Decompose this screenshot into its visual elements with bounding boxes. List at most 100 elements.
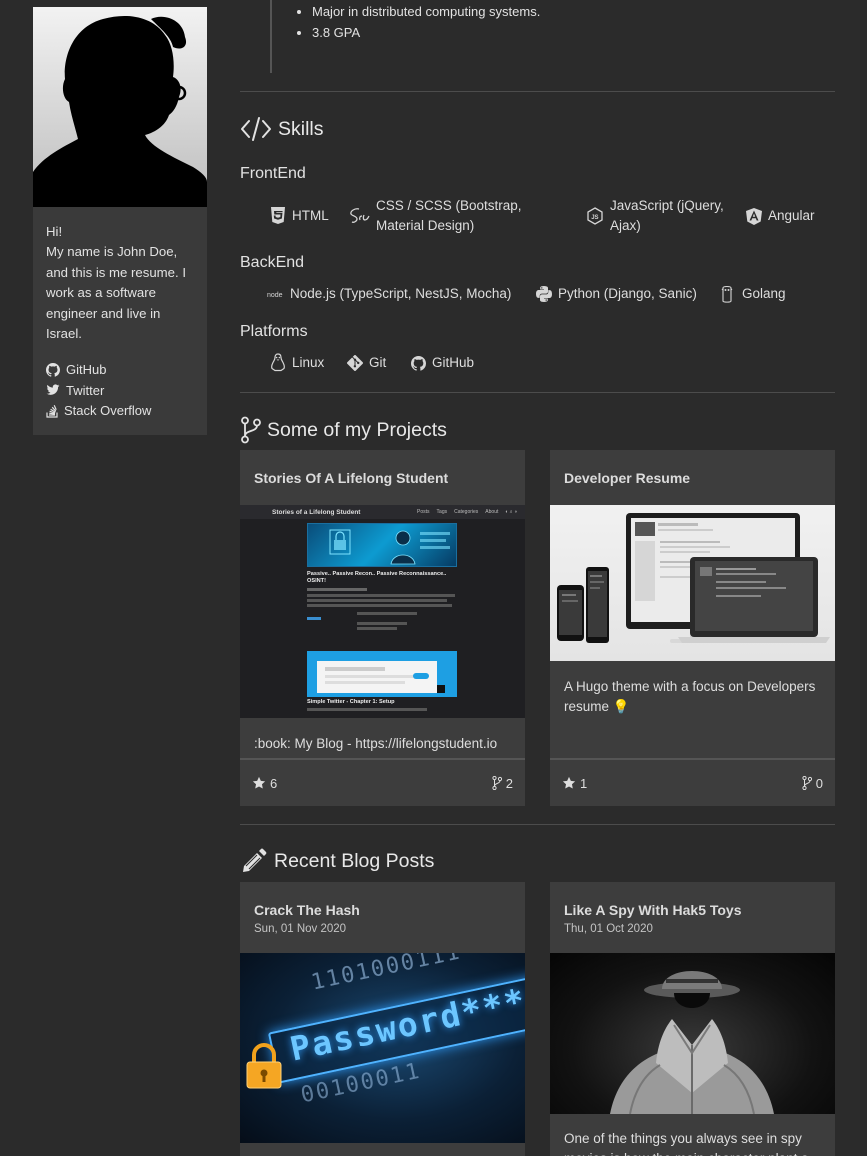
golang-icon bbox=[721, 285, 733, 303]
nodejs-icon: node bbox=[267, 292, 283, 299]
screenshot-post-title: Simple Twitter - Chapter 1: Setup bbox=[307, 699, 395, 705]
screenshot-nav-item: Posts bbox=[417, 509, 430, 515]
backend-heading: BackEnd bbox=[240, 254, 305, 271]
education-details: Major in distributed computing systems. … bbox=[312, 2, 540, 44]
project-screenshot bbox=[550, 505, 835, 661]
forks-count[interactable]: 2 bbox=[492, 776, 513, 791]
github-link[interactable]: GitHub bbox=[46, 359, 194, 380]
padlock-icon bbox=[246, 1043, 282, 1089]
html5-icon bbox=[271, 207, 285, 224]
bio-text: Hi! My name is John Doe, and this is me … bbox=[33, 207, 207, 350]
skill-linux: Linux bbox=[270, 353, 324, 373]
git-icon bbox=[347, 355, 363, 371]
skill-nodejs: node Node.js (TypeScript, NestJS, Mocha) bbox=[267, 284, 511, 304]
section-divider bbox=[240, 392, 835, 393]
screenshot-nav-item: Categories bbox=[454, 509, 479, 515]
projects-heading: Some of my Projects bbox=[240, 416, 447, 444]
stars-value: 6 bbox=[270, 775, 278, 791]
twitter-icon bbox=[46, 384, 60, 396]
github-link-label: GitHub bbox=[66, 362, 107, 378]
skill-github: GitHub bbox=[411, 353, 474, 373]
twitter-link[interactable]: Twitter bbox=[46, 380, 194, 401]
blog-heading: Recent Blog Posts bbox=[240, 847, 434, 875]
github-icon bbox=[411, 355, 426, 371]
screenshot-post-image bbox=[307, 651, 457, 697]
pencil-icon bbox=[243, 848, 267, 872]
project-card[interactable]: Stories Of A Lifelong Student Stories of… bbox=[240, 450, 525, 806]
devices-mockup-image bbox=[557, 513, 830, 643]
skill-golang: Golang bbox=[720, 284, 786, 304]
skill-label: Golang bbox=[742, 286, 786, 301]
skill-label: HTML bbox=[292, 208, 329, 223]
stackoverflow-link-label: Stack Overflow bbox=[64, 403, 152, 419]
js-icon: JS bbox=[587, 207, 603, 225]
project-card[interactable]: Developer Resume A Hugo theme with a foc… bbox=[550, 450, 835, 806]
stackoverflow-link[interactable]: Stack Overflow bbox=[46, 400, 194, 421]
skill-label: Node.js (TypeScript, NestJS, Mocha) bbox=[290, 286, 512, 301]
svg-text:node: node bbox=[267, 292, 283, 299]
blog-post-date: Thu, 01 Oct 2020 bbox=[564, 923, 653, 935]
skill-label: Git bbox=[369, 355, 387, 370]
blog-post-date: Sun, 01 Nov 2020 bbox=[254, 923, 347, 935]
blog-post-card[interactable]: Like A Spy With Hak5 Toys Thu, 01 Oct 20… bbox=[550, 882, 835, 1156]
sass-icon bbox=[350, 208, 370, 223]
screenshot-nav-item: About bbox=[485, 509, 499, 515]
blog-post-title[interactable]: Like A Spy With Hak5 Toys bbox=[564, 902, 821, 918]
skill-label: CSS / SCSS (Bootstrap, Material Design) bbox=[376, 198, 522, 233]
profile-photo bbox=[33, 7, 207, 207]
project-stats: 6 2 bbox=[240, 758, 525, 806]
binary-text: 1101000111 bbox=[309, 953, 464, 996]
skills-title: Skills bbox=[278, 117, 324, 140]
svg-text:JS: JS bbox=[591, 215, 598, 221]
stackoverflow-icon bbox=[46, 404, 58, 418]
skill-html: HTML bbox=[270, 206, 329, 226]
social-links: GitHub Twitter Stack Overflow bbox=[33, 350, 207, 435]
python-icon bbox=[536, 286, 552, 302]
blog-title: Recent Blog Posts bbox=[274, 849, 435, 872]
github-icon bbox=[46, 362, 60, 377]
skill-git: Git bbox=[347, 353, 386, 373]
blog-post-image: 1101000111 Password*** 00100011 bbox=[240, 953, 525, 1143]
blog-post-card[interactable]: Crack The Hash Sun, 01 Nov 2020 11010001… bbox=[240, 882, 525, 1156]
fork-icon bbox=[802, 776, 812, 790]
project-screenshot: Stories of a Lifelong Student Posts Tags… bbox=[240, 505, 525, 718]
skill-label: JavaScript (jQuery, Ajax) bbox=[610, 198, 724, 233]
bio-greeting: Hi! bbox=[46, 224, 63, 239]
code-branch-icon bbox=[241, 416, 261, 444]
project-description: A Hugo theme with a focus on Developers … bbox=[564, 679, 816, 714]
skill-label: Python (Django, Sanic) bbox=[558, 286, 697, 301]
skill-label: GitHub bbox=[432, 355, 475, 370]
bio-description: My name is John Doe, and this is me resu… bbox=[46, 244, 186, 342]
stars-count[interactable]: 1 bbox=[562, 776, 587, 791]
education-detail-item: 3.8 GPA bbox=[312, 23, 540, 44]
skill-css: CSS / SCSS (Bootstrap, Material Design) bbox=[348, 196, 533, 236]
screenshot-nav-item: Tags bbox=[436, 509, 448, 515]
skill-label: Angular bbox=[768, 208, 815, 223]
skill-python: Python (Django, Sanic) bbox=[536, 284, 697, 304]
blog-post-image bbox=[550, 953, 835, 1114]
frontend-heading: FrontEnd bbox=[240, 165, 306, 182]
project-stats: 1 0 bbox=[550, 758, 835, 806]
project-title[interactable]: Developer Resume bbox=[564, 470, 821, 486]
screenshot-site-title: Stories of a Lifelong Student bbox=[272, 508, 361, 516]
stars-count[interactable]: 6 bbox=[252, 776, 277, 791]
spy-image bbox=[610, 971, 774, 1114]
skill-angular: Angular bbox=[746, 206, 815, 226]
section-divider bbox=[240, 824, 835, 825]
timeline-rail bbox=[270, 0, 272, 73]
forks-value: 0 bbox=[815, 775, 823, 791]
code-icon bbox=[241, 117, 271, 141]
forks-count[interactable]: 0 bbox=[802, 776, 823, 791]
skill-label: Linux bbox=[292, 355, 325, 370]
angular-icon bbox=[746, 207, 762, 225]
section-divider bbox=[240, 91, 835, 92]
project-title[interactable]: Stories Of A Lifelong Student bbox=[254, 470, 511, 486]
skill-javascript: JS JavaScript (jQuery, Ajax) bbox=[586, 196, 736, 236]
blog-post-title[interactable]: Crack The Hash bbox=[254, 902, 511, 918]
profile-sidebar: Hi! My name is John Doe, and this is me … bbox=[33, 7, 207, 435]
screenshot-post-title: Passive.. Passive Recon.. Passive Reconn… bbox=[307, 571, 447, 584]
projects-title: Some of my Projects bbox=[267, 418, 447, 441]
screenshot-hero-image bbox=[307, 523, 457, 567]
platforms-heading: Platforms bbox=[240, 323, 308, 340]
project-description: :book: My Blog - https://lifelongstudent… bbox=[254, 736, 498, 751]
